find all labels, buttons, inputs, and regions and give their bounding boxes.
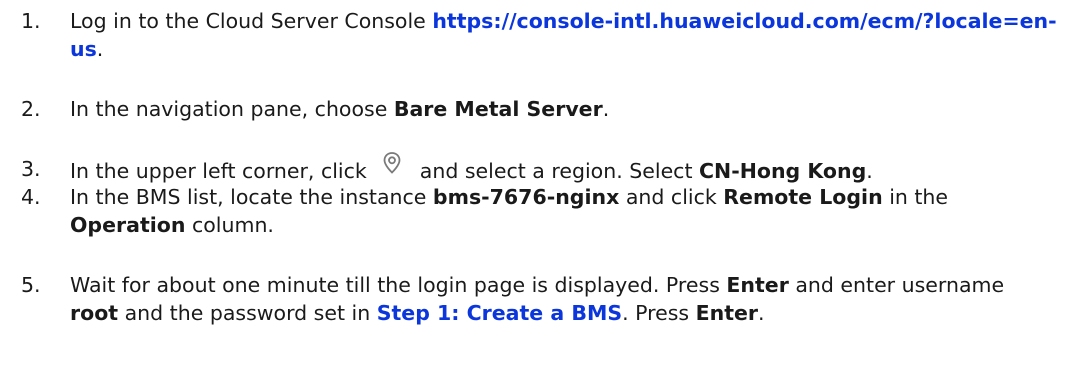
- step-text: In the BMS list, locate the instance bms…: [70, 183, 1050, 239]
- step-text-part: and select a region. Select: [413, 159, 700, 183]
- step-number: 4.: [21, 185, 41, 209]
- location-pin-icon: [377, 152, 408, 181]
- step-number: 1.: [21, 9, 41, 33]
- step-text-part: In the upper left corner, click: [70, 159, 374, 183]
- step-bold-term: Enter: [695, 301, 759, 325]
- step-text-part: .: [866, 159, 873, 183]
- step-text-part: .: [602, 97, 610, 121]
- step-text: In the upper left corner, click and sele…: [70, 152, 1060, 185]
- step-number: 3.: [21, 157, 41, 181]
- step-text-part: in the: [882, 185, 949, 209]
- step-number: 2.: [21, 97, 41, 121]
- step-text-part: .: [96, 37, 104, 61]
- step-text-part: and the password set in: [118, 301, 377, 325]
- step-text-part: .: [758, 301, 765, 325]
- step-bold-term: bms-7676-nginx: [432, 185, 620, 209]
- step-1-create-bms-link[interactable]: Step 1: Create a BMS: [377, 301, 622, 325]
- step-text: In the navigation pane, choose Bare Meta…: [70, 95, 1060, 123]
- step-text-part: . Press: [622, 301, 696, 325]
- step-text-part: Wait for about one minute till the login…: [70, 273, 727, 297]
- step-text-part: In the navigation pane, choose: [70, 97, 394, 121]
- step-bold-term: Bare Metal Server: [393, 97, 603, 121]
- step-text-part: and click: [619, 185, 724, 209]
- step-text: Log in to the Cloud Server Console https…: [70, 7, 1060, 63]
- step-text-part: In the BMS list, locate the instance: [70, 185, 433, 209]
- step-text: Wait for about one minute till the login…: [70, 271, 1020, 327]
- step-bold-term: Enter: [726, 273, 789, 297]
- step-bold-term: CN-Hong Kong: [699, 159, 867, 183]
- step-bold-term: root: [70, 301, 119, 325]
- step-text-part: Log in to the Cloud Server Console: [70, 9, 433, 33]
- procedure-steps: 1. Log in to the Cloud Server Console ht…: [0, 0, 1066, 367]
- step-text-part: and enter username: [788, 273, 1005, 297]
- step-number: 5.: [21, 273, 41, 297]
- step-bold-term: Remote Login: [723, 185, 883, 209]
- step-bold-term: Operation: [70, 213, 186, 237]
- step-text-part: column.: [185, 213, 274, 237]
